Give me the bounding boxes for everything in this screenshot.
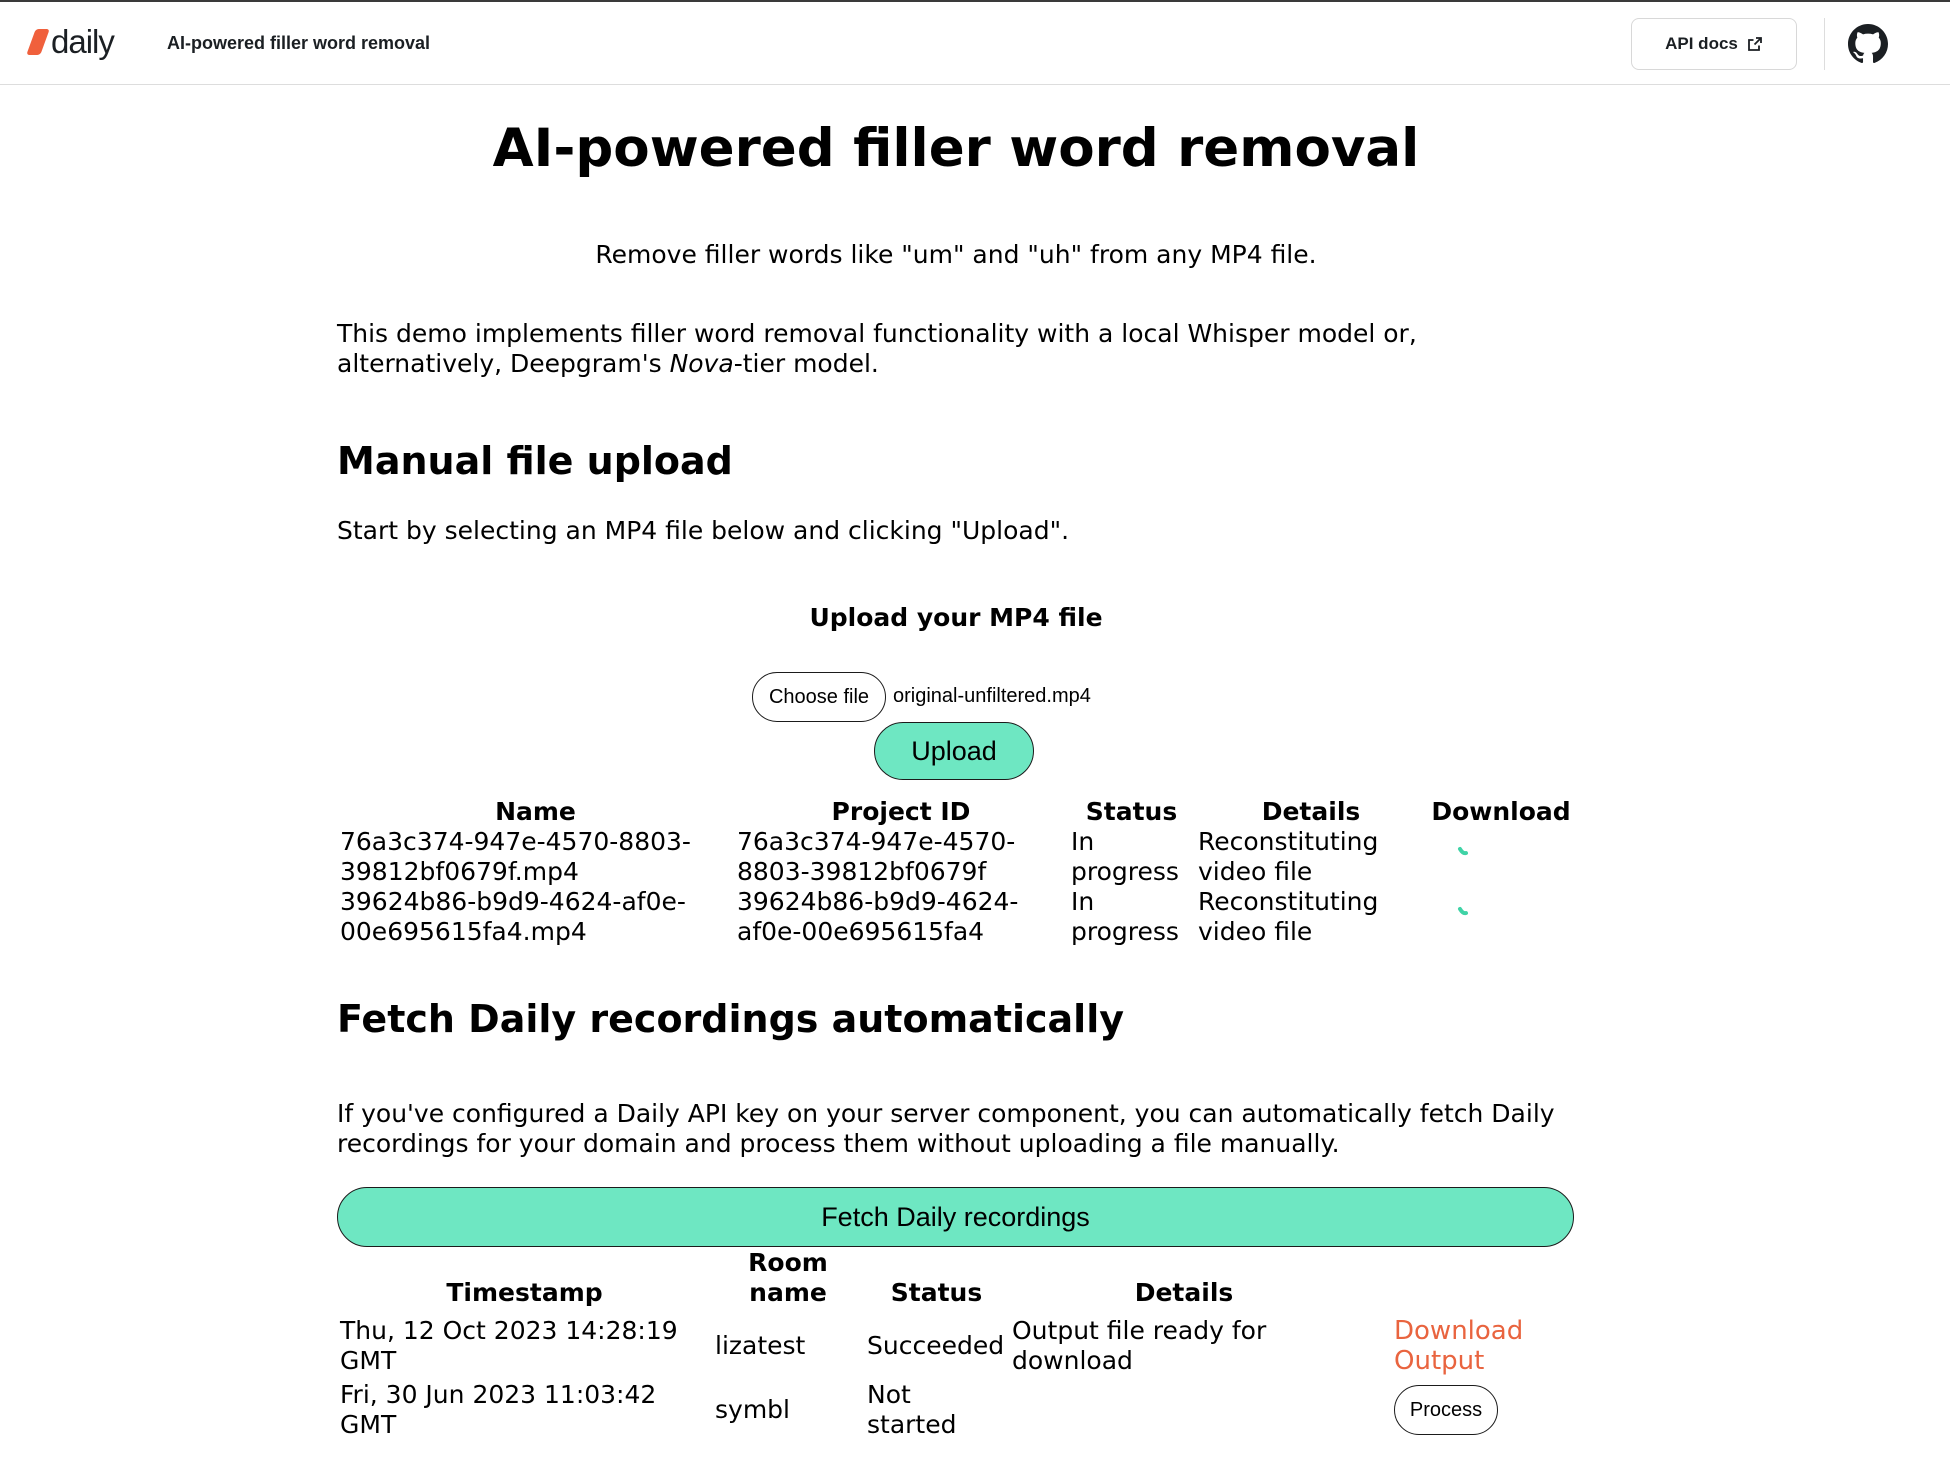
details-cell: Reconstituting video file bbox=[1198, 887, 1379, 946]
upload-button[interactable]: Upload bbox=[874, 722, 1034, 780]
manual-upload-description: Start by selecting an MP4 file below and… bbox=[337, 516, 1070, 545]
intro-text-end: -tier model. bbox=[733, 349, 879, 378]
intro-emphasis: Nova bbox=[669, 349, 734, 378]
uploads-table-header: Name Project ID Status Details Download bbox=[337, 797, 1575, 827]
download-cell bbox=[1427, 827, 1575, 887]
process-button[interactable]: Process bbox=[1394, 1385, 1498, 1435]
loading-spinner-icon bbox=[1458, 847, 1468, 856]
daily-logo-text: daily bbox=[51, 23, 115, 60]
room-name-cell: lizatest bbox=[715, 1331, 806, 1360]
timestamp-cell: Thu, 12 Oct 2023 14:28:19 GMT bbox=[340, 1316, 678, 1375]
column-header-status: Status bbox=[890, 1278, 983, 1307]
status-cell: In progress bbox=[1071, 887, 1179, 946]
header-title: AI-powered filler word removal bbox=[167, 33, 431, 53]
top-bar: daily AI-powered filler word removal API… bbox=[0, 2, 1950, 85]
action-cell: Download Output bbox=[1359, 1314, 1575, 1378]
recordings-table-header: Timestamp Room name Status Details bbox=[337, 1248, 1575, 1314]
details-cell: Reconstituting video file bbox=[1198, 827, 1379, 886]
download-output-link[interactable]: Download Output bbox=[1394, 1316, 1523, 1376]
column-header-name: Name bbox=[495, 797, 576, 826]
choose-file-button[interactable]: Choose file bbox=[752, 672, 886, 722]
fetch-recordings-description: If you've configured a Daily API key on … bbox=[337, 1099, 1555, 1158]
timestamp-cell: Fri, 30 Jun 2023 11:03:42 GMT bbox=[340, 1380, 657, 1439]
details-cell bbox=[1009, 1378, 1359, 1442]
fetch-recordings-button[interactable]: Fetch Daily recordings bbox=[337, 1187, 1574, 1247]
project-id-cell: 39624b86-b9d9-4624-af0e-00e695615fa4 bbox=[737, 887, 1019, 946]
column-header-status: Status bbox=[1085, 797, 1178, 826]
daily-logo-mark bbox=[26, 29, 50, 55]
uploads-table: Name Project ID Status Details Download … bbox=[337, 797, 1575, 947]
project-id-cell: 76a3c374-947e-4570-8803-39812bf0679f bbox=[737, 827, 1016, 886]
page-title: AI-powered filler word removal bbox=[492, 118, 1420, 179]
api-docs-button[interactable]: API docs bbox=[1631, 18, 1797, 70]
upload-name-cell: 39624b86-b9d9-4624-af0e-00e695615fa4.mp4 bbox=[340, 887, 686, 946]
table-row: Thu, 12 Oct 2023 14:28:19 GMT lizatest S… bbox=[337, 1314, 1575, 1378]
action-cell: Process bbox=[1359, 1378, 1575, 1442]
table-row: 39624b86-b9d9-4624-af0e-00e695615fa4.mp4… bbox=[337, 887, 1575, 947]
header-divider bbox=[1824, 18, 1825, 70]
manual-upload-heading: Manual file upload bbox=[337, 439, 733, 483]
intro-paragraph: This demo implements filler word removal… bbox=[337, 319, 1575, 379]
column-header-room-name: Room name bbox=[748, 1248, 828, 1307]
download-cell bbox=[1427, 887, 1575, 947]
loading-spinner-icon bbox=[1458, 907, 1468, 916]
upload-form-title: Upload your MP4 file bbox=[809, 603, 1103, 632]
table-row: 76a3c374-947e-4570-8803-39812bf0679f.mp4… bbox=[337, 827, 1575, 887]
status-cell: Not started bbox=[867, 1380, 957, 1439]
column-header-timestamp: Timestamp bbox=[446, 1278, 603, 1307]
external-link-icon bbox=[1747, 37, 1762, 51]
column-header-project-id: Project ID bbox=[831, 797, 971, 826]
column-header-details: Details bbox=[1261, 797, 1361, 826]
fetch-recordings-heading: Fetch Daily recordings automatically bbox=[337, 997, 1124, 1041]
details-cell: Output file ready for download bbox=[1012, 1316, 1267, 1375]
daily-logo[interactable]: daily bbox=[26, 22, 115, 62]
recordings-table: Timestamp Room name Status Details Thu, … bbox=[337, 1248, 1575, 1442]
github-icon[interactable] bbox=[1848, 24, 1888, 64]
upload-name-cell: 76a3c374-947e-4570-8803-39812bf0679f.mp4 bbox=[340, 827, 691, 886]
column-header-action bbox=[1359, 1248, 1575, 1314]
api-docs-label: API docs bbox=[1665, 34, 1738, 53]
column-header-details: Details bbox=[1134, 1278, 1234, 1307]
status-cell: Succeeded bbox=[867, 1331, 1005, 1360]
room-name-cell: symbl bbox=[715, 1395, 790, 1424]
table-row: Fri, 30 Jun 2023 11:03:42 GMT symbl Not … bbox=[337, 1378, 1575, 1442]
column-header-download: Download bbox=[1431, 797, 1571, 826]
status-cell: In progress bbox=[1071, 827, 1179, 886]
selected-file-name: original-unfiltered.mp4 bbox=[893, 685, 1091, 707]
page-subtitle: Remove filler words like "um" and "uh" f… bbox=[595, 240, 1317, 269]
